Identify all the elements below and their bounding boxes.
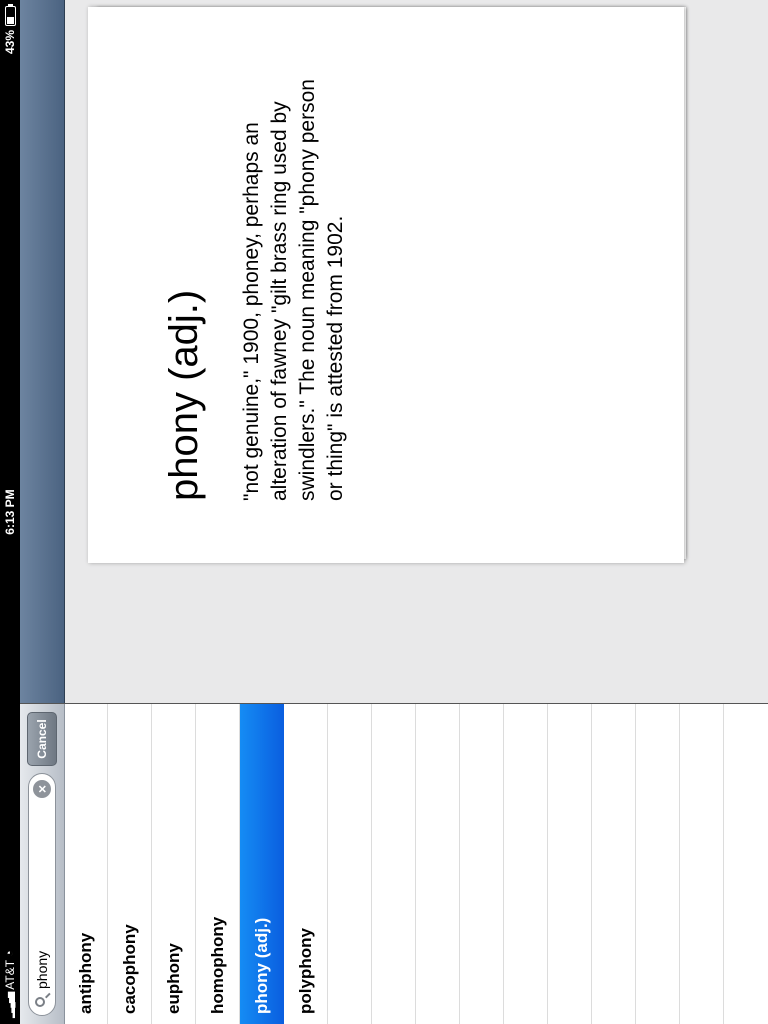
empty-row xyxy=(372,704,416,1024)
empty-row xyxy=(504,704,548,1024)
navigation-bar xyxy=(20,0,65,703)
list-item[interactable]: cacophony xyxy=(108,704,152,1024)
list-item[interactable]: homophony xyxy=(196,704,240,1024)
battery-percent: 43% xyxy=(3,30,17,55)
empty-row xyxy=(592,704,636,1024)
empty-row xyxy=(680,704,724,1024)
entry-definition: "not genuine," 1900, phoney, perhaps an … xyxy=(240,79,347,501)
app-window: ▂▃▄▅▆ AT&T ◔ 6:13 PM 43% × Cancel antiph… xyxy=(0,0,768,1024)
entry-title: phony (adj.) xyxy=(162,289,206,501)
status-bar: ▂▃▄▅▆ AT&T ◔ 6:13 PM 43% xyxy=(0,0,20,1024)
empty-row xyxy=(460,704,504,1024)
search-icon xyxy=(35,997,45,1007)
sidebar: × Cancel antiphony cacophony euphony hom… xyxy=(20,703,768,1024)
empty-row xyxy=(636,704,680,1024)
cancel-button[interactable]: Cancel xyxy=(27,712,57,766)
battery-icon xyxy=(4,6,16,26)
clock: 6:13 PM xyxy=(3,489,17,535)
entry-card: phony (adj.) "not genuine," 1900, phoney… xyxy=(88,7,684,563)
clear-icon[interactable]: × xyxy=(33,780,51,798)
entry-card-stack: phony (adj.) "not genuine," 1900, phoney… xyxy=(88,0,728,563)
empty-row xyxy=(328,704,372,1024)
empty-row xyxy=(548,704,592,1024)
battery-fill xyxy=(6,17,14,24)
search-bar: × Cancel xyxy=(20,704,65,1024)
search-field[interactable]: × xyxy=(28,773,56,1016)
detail-pane: phony (adj.) "not genuine," 1900, phoney… xyxy=(20,0,768,703)
search-input[interactable] xyxy=(33,809,51,989)
list-item[interactable]: euphony xyxy=(152,704,196,1024)
list-item[interactable]: polyphony xyxy=(284,704,328,1024)
list-item[interactable]: antiphony xyxy=(64,704,108,1024)
empty-row xyxy=(416,704,460,1024)
list-item[interactable]: phony (adj.) xyxy=(240,704,284,1024)
word-list: antiphony cacophony euphony homophony ph… xyxy=(64,704,724,1024)
